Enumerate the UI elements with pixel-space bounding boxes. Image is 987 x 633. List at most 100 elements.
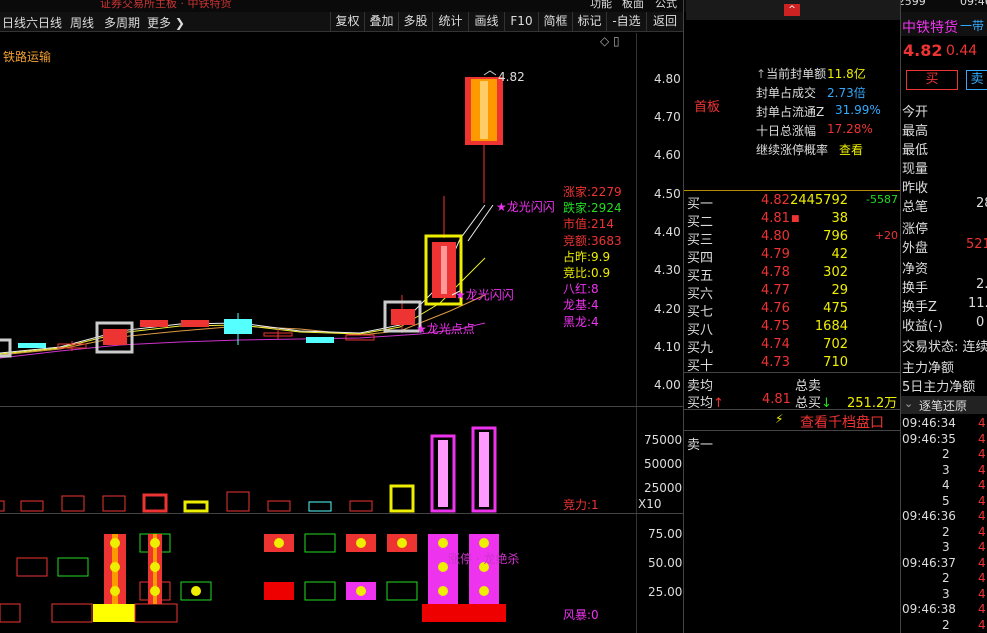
storm-bar — [16, 557, 48, 577]
bid-row[interactable]: 买七 4.76 475 — [686, 301, 900, 320]
menu-board[interactable]: 板面 — [622, 0, 644, 11]
candle-5 — [140, 320, 168, 327]
tick-price: 4 — [978, 571, 986, 585]
storm-bar — [57, 557, 89, 577]
storm-indicator-chart — [0, 533, 506, 623]
bid-level: 买一 — [687, 197, 714, 212]
storm-bar — [386, 581, 418, 601]
view-divider — [684, 409, 900, 410]
overlay-button[interactable]: 叠加 — [364, 12, 398, 32]
tab-weekly[interactable]: 周线 — [70, 14, 94, 31]
stock-suffix: 一带 — [960, 19, 985, 33]
chevron-down-icon: ⌄ — [904, 397, 914, 410]
tick-time: 5 — [942, 493, 950, 508]
bid-row[interactable]: 买四 4.79 42 — [686, 247, 900, 266]
bid-row[interactable]: 买八 4.75 1684 — [686, 319, 900, 338]
chart-right-border — [683, 0, 684, 633]
tick-price: 4 — [978, 586, 986, 601]
bid-row[interactable]: 买十 4.73 710 — [686, 355, 900, 374]
tab-six-day[interactable]: 六日线 — [26, 14, 62, 31]
quote-field-value: 521 — [966, 237, 987, 252]
y-tick: 4.00 — [654, 378, 681, 392]
stock-name: 中铁特货 — [902, 20, 958, 36]
menu-formula[interactable]: 公式 — [655, 0, 677, 11]
add-watchlist-button[interactable]: -自选 — [606, 12, 646, 32]
f10-button[interactable]: F10 — [504, 12, 538, 32]
bid-level: 买四 — [687, 251, 714, 266]
seal-stat-value[interactable]: 查看 — [839, 141, 863, 158]
tick-price: 4 — [978, 555, 986, 570]
storm-bar — [0, 603, 21, 623]
tick-header-bar[interactable]: ⌄ 逐笔还原 — [901, 396, 987, 414]
candle-13-core — [480, 81, 488, 139]
vol-bar — [0, 500, 5, 512]
seal-stat-label: ↑当前封单额 — [756, 67, 827, 81]
storm-bar — [134, 603, 178, 623]
sell-button[interactable]: 卖 — [966, 70, 987, 90]
adjust-button[interactable]: 复权 — [330, 12, 364, 32]
collapse-icon[interactable]: ^ — [784, 4, 800, 16]
quote-field-label: 总笔 — [902, 200, 929, 215]
vol-tick: 50000 — [644, 457, 683, 471]
tick-price: 4 — [978, 493, 986, 508]
multi-stock-button[interactable]: 多股 — [398, 12, 432, 32]
seal-stat-label: 封单占成交 — [756, 86, 817, 100]
vol-indicator-label: 竞力:1 — [563, 498, 599, 512]
ask-divider — [684, 430, 900, 431]
axis-divider — [636, 33, 637, 633]
tick-price: 4 — [978, 416, 986, 430]
bid-row[interactable]: 买九 4.74 702 — [686, 337, 900, 356]
indicator-value: 黑龙:4 — [563, 314, 599, 329]
view-orderbook-button[interactable]: 查看千档盘口 — [800, 412, 884, 432]
bid-level: 买八 — [687, 323, 714, 338]
tick-price: 4 — [978, 540, 986, 554]
orderbook-divider — [684, 190, 900, 191]
bid-row[interactable]: 买二 4.81 38 ■ — [686, 211, 900, 230]
high-price-label: 4.82 — [498, 70, 525, 84]
bid-level: 买七 — [687, 305, 714, 320]
quote-field-label: 换手Z — [902, 300, 937, 315]
y-tick: 4.40 — [654, 225, 681, 239]
bid-volume: 1684 — [814, 319, 848, 334]
orderbook-collapse-bar[interactable]: ^ — [686, 0, 900, 20]
bid-level: 买二 — [687, 215, 714, 230]
dot-icon: ■ — [791, 214, 800, 224]
quote-field-value: 0 — [976, 315, 985, 330]
exchange-label: 证券交易所主板 · 中铁特货 — [100, 0, 232, 10]
statistics-button[interactable]: 统计 — [432, 12, 468, 32]
bid-level: 买九 — [687, 341, 714, 356]
tab-more[interactable]: 更多 ❯ — [147, 14, 185, 31]
simple-frame-button[interactable]: 简框 — [538, 12, 572, 32]
seal-stat-value: 31.99% — [835, 103, 881, 117]
mark-button[interactable]: 标记 — [572, 12, 606, 32]
bid-row[interactable]: 买六 4.77 29 — [686, 283, 900, 302]
seal-stat-value: 17.28% — [827, 122, 873, 136]
bid-volume: 42 — [831, 247, 848, 262]
annotation-2: ★龙光闪闪 — [455, 288, 514, 302]
bid-volume: 702 — [823, 337, 848, 352]
indicator-value: 跌家:2924 — [563, 201, 622, 216]
draw-line-button[interactable]: 画线 — [468, 12, 504, 32]
buy-button[interactable]: 买 — [906, 70, 958, 90]
bid-row[interactable]: 买五 4.78 302 — [686, 265, 900, 284]
menu-function[interactable]: 功能 — [590, 0, 612, 11]
y-tick: 4.70 — [654, 110, 681, 124]
indicator-value: 八红:8 — [563, 282, 599, 297]
bid-change: +20 — [874, 229, 898, 242]
vol-tick: 25000 — [644, 481, 683, 495]
vol-bar — [183, 500, 209, 513]
vol-bar-core — [479, 432, 489, 507]
indicator-value: 龙基:4 — [563, 298, 599, 313]
candle-2 — [18, 343, 46, 348]
bid-row[interactable]: 买一 4.82 2445792 -5587 — [686, 193, 900, 212]
ask-1-label: 卖一 — [687, 438, 714, 453]
tab-daily[interactable]: 日线 — [2, 14, 26, 31]
tab-multi-period[interactable]: 多周期 — [104, 14, 140, 31]
tick-time: 3 — [942, 586, 950, 601]
arrow-icon: ↑ — [756, 67, 767, 81]
bid-row[interactable]: 买三 4.80 796 +20 — [686, 229, 900, 248]
tick-time: 2 — [942, 571, 950, 585]
bid-volume: 2445792 — [790, 193, 848, 208]
tick-price: 4 — [978, 602, 986, 616]
back-button[interactable]: 返回 — [646, 12, 683, 32]
